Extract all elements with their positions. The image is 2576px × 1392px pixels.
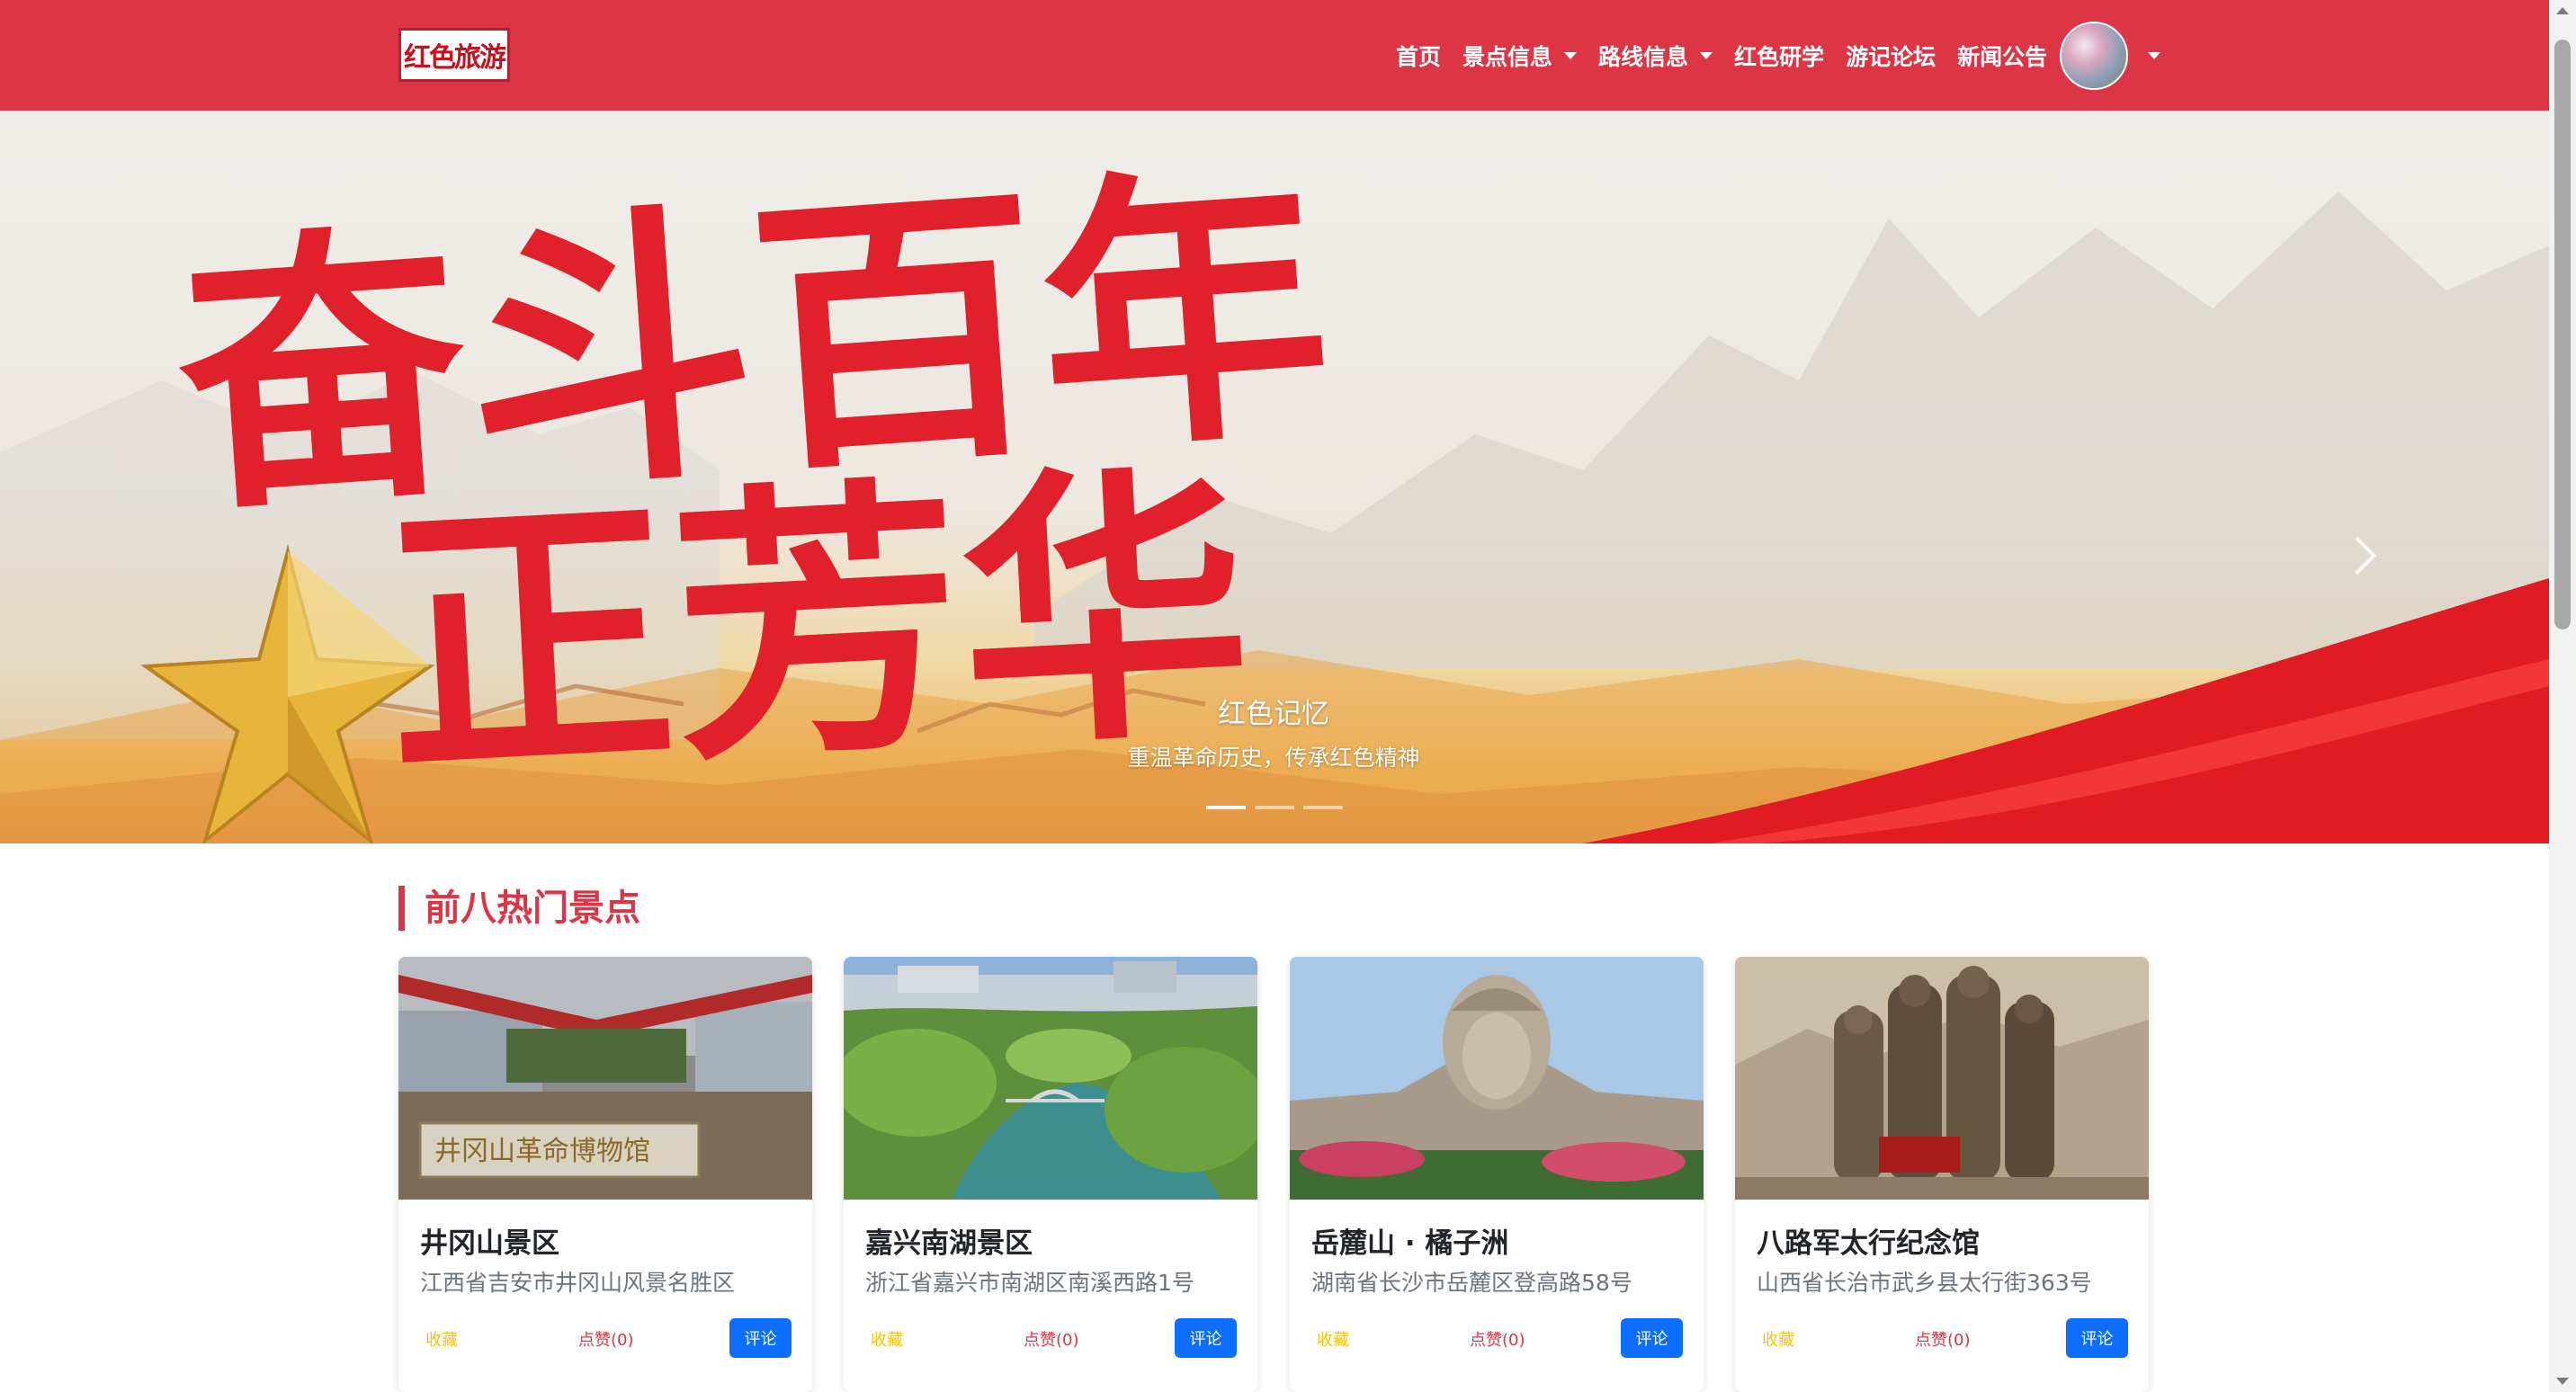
scroll-down-icon[interactable] — [2556, 1378, 2569, 1385]
nav-forum-label: 游记论坛 — [1846, 43, 1936, 70]
nav-study-label: 红色研学 — [1734, 43, 1825, 70]
carousel-indicator-1[interactable] — [1206, 806, 1246, 809]
like-button[interactable]: 点赞(0) — [578, 1327, 634, 1351]
favorite-button[interactable]: 收藏 — [1317, 1327, 1349, 1351]
comment-button[interactable]: 评论 — [2066, 1318, 2128, 1358]
nav-news-label: 新闻公告 — [1957, 43, 2048, 70]
hero-banner-art: 奋斗百年 正芳华 — [0, 135, 2549, 843]
like-button[interactable]: 点赞(0) — [1915, 1327, 1971, 1351]
user-avatar[interactable] — [2060, 21, 2129, 90]
nav-item-home[interactable]: 首页 — [1396, 40, 1441, 72]
brand-logo[interactable]: 红色旅游 — [398, 28, 510, 82]
navbar: 红色旅游 首页 景点信息 路线信息 红色研学 游记论坛 新闻公告 — [0, 0, 2549, 111]
scenic-photo-jinggangshan[interactable]: 井冈山革命博物馆 — [398, 957, 812, 1200]
section-title: 前八热门景点 — [398, 886, 640, 931]
scenic-card[interactable]: 井冈山革命博物馆 井冈山景区 江西省吉安市井冈山风景名胜区 收藏 点赞(0) 评… — [398, 957, 812, 1392]
nav-menu: 首页 景点信息 路线信息 红色研学 游记论坛 新闻公告 — [1396, 0, 2161, 111]
favorite-button[interactable]: 收藏 — [425, 1327, 458, 1351]
scroll-up-icon[interactable] — [2556, 7, 2569, 14]
scenic-photo-nanhu[interactable] — [844, 957, 1257, 1200]
scenic-card[interactable]: 岳麓山 · 橘子洲 湖南省长沙市岳麓区登高路58号 收藏 点赞(0) 评论 — [1290, 957, 1704, 1392]
carousel-indicator-3[interactable] — [1303, 806, 1343, 809]
scenic-name[interactable]: 岳麓山 · 橘子洲 — [1311, 1220, 1508, 1261]
hero-caption-subtitle: 重温革命历史，传承红色精神 — [1127, 745, 1420, 771]
page-scrollbar[interactable] — [2549, 0, 2576, 1392]
scenic-card[interactable]: 嘉兴南湖景区 浙江省嘉兴市南湖区南溪西路1号 收藏 点赞(0) 评论 — [844, 957, 1257, 1392]
user-menu-chevron-down-icon[interactable] — [2148, 51, 2161, 59]
hero-caption-title: 红色记忆 — [1218, 698, 1329, 730]
comment-button[interactable]: 评论 — [1621, 1318, 1683, 1358]
nav-routes-label: 路线信息 — [1598, 43, 1689, 70]
scenic-address: 浙江省嘉兴市南湖区南溪西路1号 — [865, 1270, 1194, 1296]
favorite-button[interactable]: 收藏 — [1762, 1327, 1794, 1351]
nav-item-routes-dropdown[interactable]: 路线信息 — [1598, 40, 1713, 72]
chevron-down-icon — [1564, 51, 1578, 59]
scenic-address: 江西省吉安市井冈山风景名胜区 — [420, 1270, 736, 1296]
like-button[interactable]: 点赞(0) — [1024, 1327, 1079, 1351]
nav-scenic-label: 景点信息 — [1462, 43, 1553, 70]
scenic-photo-taihang[interactable] — [1735, 957, 2149, 1200]
carousel-indicators — [1206, 806, 1352, 809]
scenic-card[interactable]: 八路军太行纪念馆 山西省长治市武乡县太行街363号 收藏 点赞(0) 评论 — [1735, 957, 2149, 1392]
scenic-photo-yuelushan[interactable] — [1290, 957, 1704, 1200]
chevron-down-icon — [1700, 51, 1713, 59]
scrollbar-thumb[interactable] — [2554, 40, 2571, 629]
carousel-indicator-2[interactable] — [1255, 806, 1294, 809]
nav-item-scenic-dropdown[interactable]: 景点信息 — [1462, 40, 1578, 72]
comment-button[interactable]: 评论 — [1175, 1318, 1237, 1358]
jinggangshan-sign-text: 井冈山革命博物馆 — [434, 1136, 650, 1167]
scenic-address: 湖南省长沙市岳麓区登高路58号 — [1311, 1270, 1632, 1296]
like-button[interactable]: 点赞(0) — [1470, 1327, 1525, 1351]
brand-logo-text: 红色旅游 — [404, 42, 506, 74]
nav-item-news[interactable]: 新闻公告 — [1957, 40, 2047, 72]
scenic-name[interactable]: 八路军太行纪念馆 — [1757, 1220, 1980, 1261]
nav-item-forum[interactable]: 游记论坛 — [1846, 40, 1936, 72]
scenic-name[interactable]: 井冈山景区 — [420, 1220, 559, 1261]
hero-carousel: 奋斗百年 正芳华 红色记忆 重温革命历史，传承红色精神 — [0, 111, 2549, 843]
nav-item-study[interactable]: 红色研学 — [1734, 40, 1824, 72]
scenic-name[interactable]: 嘉兴南湖景区 — [865, 1220, 1033, 1261]
scenic-address: 山西省长治市武乡县太行街363号 — [1757, 1270, 2092, 1296]
nav-home-label: 首页 — [1396, 43, 1442, 70]
comment-button[interactable]: 评论 — [729, 1318, 792, 1358]
favorite-button[interactable]: 收藏 — [871, 1327, 903, 1351]
